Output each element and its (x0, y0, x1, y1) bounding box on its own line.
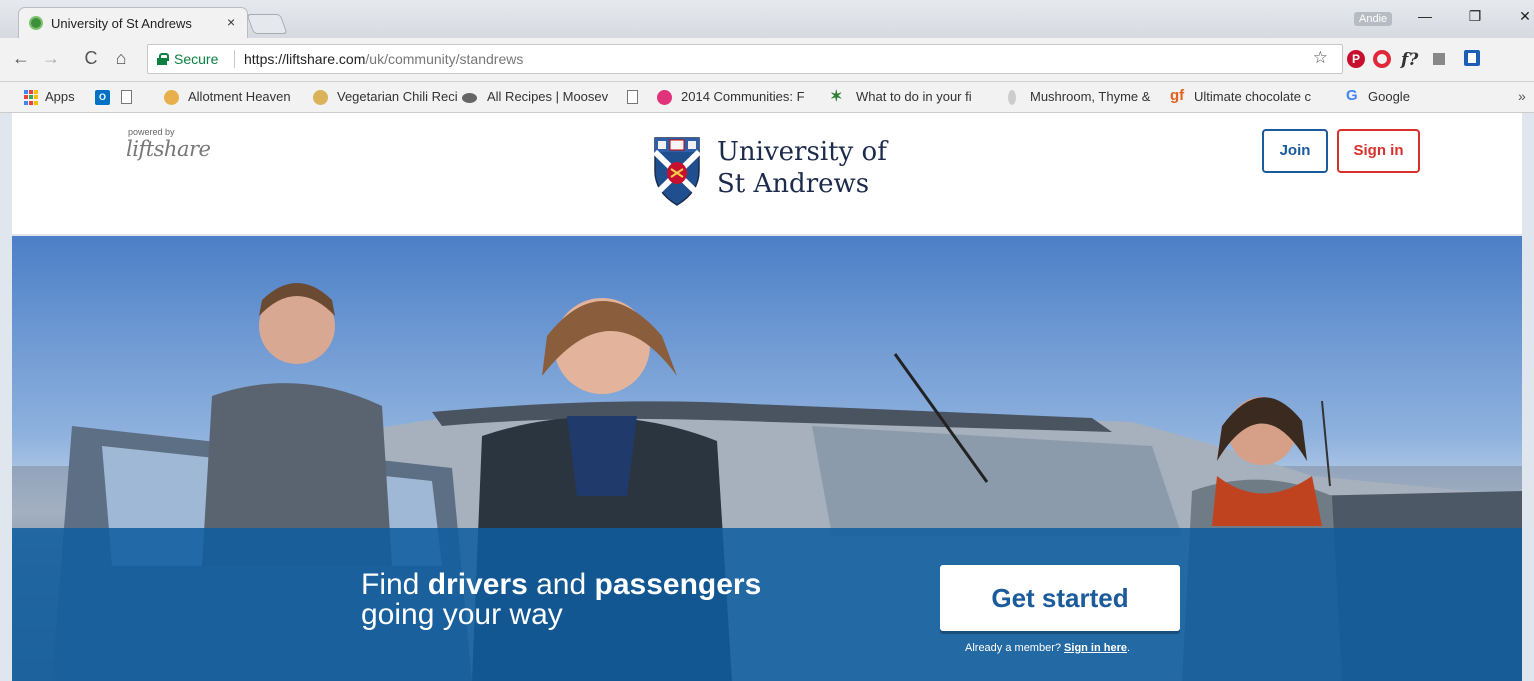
hero-tagline: Find drivers and passengers going your w… (361, 570, 761, 630)
chili-icon (313, 90, 328, 105)
st-andrews-crest-icon (652, 137, 702, 206)
reload-icon[interactable]: C (80, 48, 102, 69)
tagline-line1: Find drivers and passengers (361, 570, 761, 600)
forward-arrow-icon[interactable]: → (40, 48, 62, 69)
bookmark-ultimate-chocolate[interactable]: Ultimate chocolate c (1194, 89, 1334, 104)
pinterest-extension-icon[interactable]: P (1347, 50, 1365, 68)
browser-toolbar: ← → C ⌂ Secure https://liftshare.com/uk/… (0, 38, 1534, 82)
already-member-text: Already a member? Sign in here. (965, 642, 1130, 654)
secure-label[interactable]: Secure (174, 51, 218, 67)
page-icon[interactable] (121, 90, 132, 104)
browser-tab-strip: University of St Andrews × Andie — ❐ ✕ (0, 0, 1534, 38)
back-arrow-icon[interactable]: ← (10, 48, 32, 69)
omnibox-divider (234, 50, 235, 68)
leaf-icon: ✶ (830, 88, 843, 105)
sign-in-button[interactable]: Sign in (1337, 129, 1420, 173)
url-host: https://liftshare.com (244, 51, 366, 67)
bookmarks-bar: Apps O Allotment Heaven Vegetarian Chili… (0, 82, 1534, 113)
bookmark-allotment-heaven[interactable]: Allotment Heaven (188, 89, 308, 104)
tagline-line2: going your way (361, 598, 563, 631)
restore-icon[interactable]: ❐ (1460, 8, 1490, 25)
apps-grid-icon[interactable] (24, 90, 39, 105)
bookmarks-overflow-icon[interactable]: » (1518, 88, 1526, 104)
lock-icon[interactable] (157, 53, 169, 65)
mushroom-icon (1008, 90, 1016, 105)
powered-by-text: powered by (128, 127, 175, 137)
browser-tab[interactable]: University of St Andrews × (18, 7, 248, 38)
allotment-icon (164, 90, 179, 105)
url-text[interactable]: https://liftshare.com/uk/community/stand… (244, 51, 523, 67)
university-name-line1: University of (717, 137, 887, 167)
site-header: powered by liftshare University of St An… (12, 113, 1522, 235)
tagline-passengers: passengers (594, 568, 762, 601)
already-member-label: Already a member? (965, 642, 1065, 654)
hero-cta-band (12, 528, 1522, 681)
font-finder-extension-icon[interactable]: f? (1401, 50, 1419, 70)
outlook-icon[interactable]: O (95, 90, 110, 105)
bookmark-vegetarian-chili[interactable]: Vegetarian Chili Reci (337, 89, 477, 104)
join-button[interactable]: Join (1262, 129, 1328, 173)
url-path: /uk/community/standrews (365, 51, 524, 67)
close-window-icon[interactable]: ✕ (1510, 8, 1534, 25)
profile-name-badge[interactable]: Andie (1354, 12, 1393, 26)
bookmark-apps[interactable]: Apps (45, 89, 75, 104)
opera-extension-icon[interactable] (1373, 50, 1391, 68)
new-tab-button[interactable] (246, 14, 288, 34)
bookmark-star-icon[interactable]: ☆ (1313, 48, 1328, 68)
bookmark-extension-icon[interactable] (1464, 50, 1480, 66)
tagline-drivers: drivers (427, 568, 528, 601)
get-started-button[interactable]: Get started (940, 565, 1180, 631)
sign-in-here-link[interactable]: Sign in here (1064, 642, 1127, 654)
address-bar[interactable]: Secure https://liftshare.com/uk/communit… (147, 44, 1343, 74)
bookmark-mushroom-thyme[interactable]: Mushroom, Thyme & (1030, 89, 1155, 104)
gf-icon: gf (1170, 87, 1185, 104)
communities-icon (657, 90, 672, 105)
hero-section: Find drivers and passengers going your w… (12, 236, 1522, 681)
liftshare-favicon-icon (29, 16, 43, 30)
bookmark-all-recipes[interactable]: All Recipes | Moosev (487, 89, 615, 104)
tagline-and: and (527, 568, 595, 601)
bookmark-2014-communities[interactable]: 2014 Communities: F (681, 89, 811, 104)
university-name-line2: St Andrews (717, 169, 870, 199)
bookmark-what-to-do[interactable]: What to do in your fi (856, 89, 996, 104)
bookmark-google[interactable]: Google (1368, 89, 1410, 104)
minimize-icon[interactable]: — (1410, 8, 1440, 24)
tagline-find: Find (361, 568, 428, 601)
moosewood-icon (462, 93, 477, 103)
home-icon[interactable]: ⌂ (110, 48, 132, 69)
university-name: University of St Andrews (717, 136, 887, 200)
already-member-period: . (1127, 642, 1131, 654)
page-icon[interactable] (627, 90, 638, 104)
extension-icon[interactable] (1433, 53, 1445, 65)
tab-close-icon[interactable]: × (227, 14, 235, 30)
liftshare-logo[interactable]: liftshare (126, 137, 211, 161)
tab-title: University of St Andrews (51, 16, 192, 31)
google-icon: G (1346, 87, 1358, 104)
